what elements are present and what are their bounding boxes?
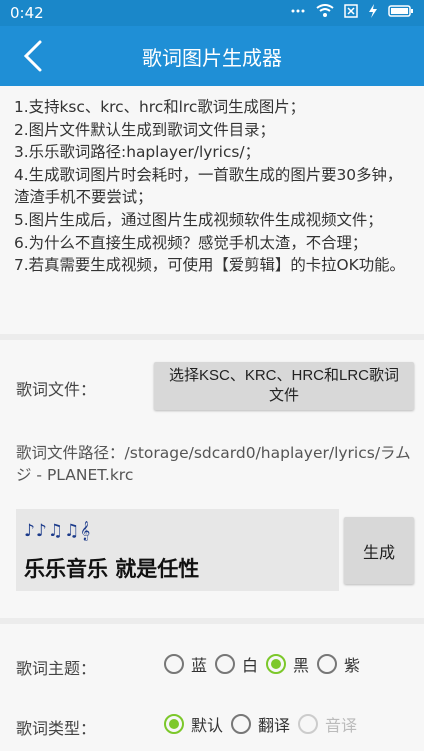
preview-text: 乐乐音乐 就是任性 [24, 557, 200, 581]
theme-option-purple[interactable]: 紫 [317, 652, 360, 676]
radio-circle-disabled [298, 714, 319, 734]
instruction-line: 2.图片文件默认生成到歌词文件目录； [14, 120, 275, 139]
lyrics-file-label: 歌词文件： [16, 380, 97, 399]
type-option-translation[interactable]: 翻译 [231, 712, 290, 736]
theme-label: 歌词主题： [16, 659, 97, 678]
page-title: 歌词图片生成器 [142, 46, 282, 70]
music-notes-icon: ♪♪♫♫𝄞 [24, 521, 92, 541]
type-label: 歌词类型： [16, 719, 97, 738]
type-option-transliteration: 音译 [298, 712, 357, 736]
status-time: 0:42 [10, 4, 44, 22]
settings-card: 歌词主题： 蓝 白 黑 紫 歌词类型： 默认 翻译 音译 [0, 624, 424, 751]
theme-option-blue[interactable]: 蓝 [164, 652, 207, 676]
signal-dots-icon [291, 9, 305, 13]
radio-circle[interactable] [317, 654, 338, 674]
wifi-icon [316, 4, 334, 17]
theme-option-black[interactable]: 黑 [266, 652, 309, 676]
instruction-line: 6.为什么不直接生成视频？感觉手机太渣，不合理； [14, 233, 368, 252]
radio-circle-checked[interactable] [164, 714, 184, 734]
no-sim-icon [344, 4, 358, 18]
radio-circle[interactable] [215, 654, 236, 674]
path-label: 歌词文件路径： [16, 444, 125, 462]
status-icons [290, 4, 414, 18]
radio-circle[interactable] [231, 714, 252, 734]
lyrics-preview: ♪♪♫♫𝄞 乐乐音乐 就是任性 [16, 509, 339, 591]
lyrics-file-card: 歌词文件： 选择KSC、KRC、HRC和LRC歌词文件 歌词文件路径：/stor… [0, 340, 424, 618]
theme-option-white[interactable]: 白 [215, 652, 258, 676]
type-radio-group: 默认 翻译 音译 [164, 712, 365, 736]
status-bar: 0:42 [0, 0, 424, 26]
instruction-line: 7.若真需要生成视频，可使用【爱剪辑】的卡拉OK功能。 [14, 256, 405, 275]
select-lyrics-file-button[interactable]: 选择KSC、KRC、HRC和LRC歌词文件 [154, 362, 414, 410]
generate-button[interactable]: 生成 [344, 517, 414, 584]
lyrics-file-path: 歌词文件路径：/storage/sdcard0/haplayer/lyrics/… [16, 442, 411, 486]
app-bar: 歌词图片生成器 [0, 26, 424, 86]
battery-icon [388, 5, 413, 17]
theme-radio-group: 蓝 白 黑 紫 [164, 652, 368, 676]
instruction-line: 4.生成歌词图片时会耗时，一首歌生成的图片要30多钟，渣渣手机不要尝试； [14, 165, 403, 207]
radio-circle-checked[interactable] [266, 654, 287, 674]
instruction-line: 1.支持ksc、krc、hrc和lrc歌词生成图片； [14, 98, 306, 116]
instruction-line: 3.乐乐歌词路径:haplayer/lyrics/； [14, 143, 261, 162]
type-option-default[interactable]: 默认 [164, 712, 223, 736]
instructions-card: 1.支持ksc、krc、hrc和lrc歌词生成图片； 2.图片文件默认生成到歌词… [0, 86, 424, 334]
radio-circle[interactable] [164, 654, 184, 674]
instruction-line: 5.图片生成后，通过图片生成视频软件生成视频文件； [14, 210, 383, 229]
charging-icon [369, 4, 377, 18]
